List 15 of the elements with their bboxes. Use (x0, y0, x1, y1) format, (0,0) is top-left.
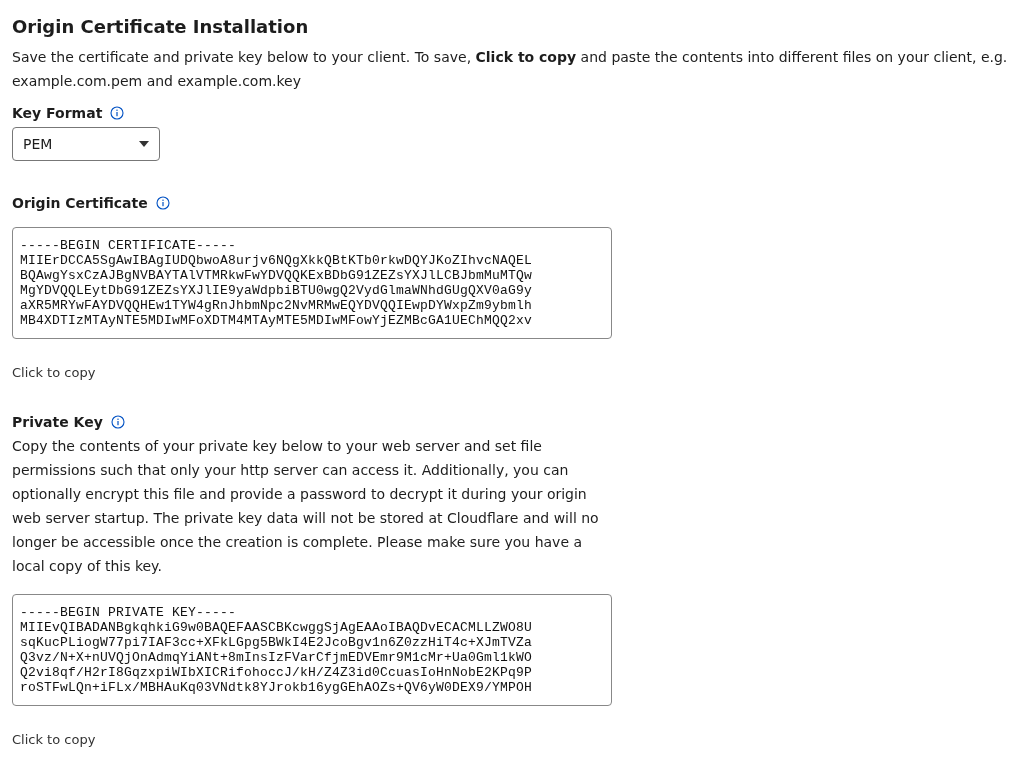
page-title: Origin Certificate Installation (12, 16, 310, 37)
text-area[interactable]: -----BEGIN PRIVATE KEY----- MIIEvQIBADANBgkqhkiG9w0BAQEFAASCBKcwggSjAgEAAoIBAQDvECACMLLZWO8U sqKucPLiogW77pi7IAF3cc+XFkLGpg5BWkI4E2JcoBgv1n6Z0zzHiT4c+XJmTVZa Q3vz/N+X+nUVQjOnAdmqYiANt+8mInsIzFVarCfjmEDVEmr9M1cMr+Ua0Gml1kWO Q2vi8qf/H2rI8GqzxpiWIbXICRifohoccJ/kH/Z4Z3id0CcuasIoHnNobE2KPq9P roSTFwLQn+iFLx/MBHAuKq03VNdtk8YJrokb16ygGEhAOZs+QV6yW0DEX9/YMPOH (12, 594, 612, 706)
caret-icon (139, 141, 149, 147)
info-icon[interactable] (110, 106, 125, 120)
description-text: Copy the contents of your private key below to your web server and set file permissions such that only your http server can access it. Additionally, you can optionally encrypt this file and provide a password to decrypt it during your origin web server startup. The private key data will not be stored at Cloudflare and will no longer be accessible once the creation is complete. Please make sure you have a local copy of this key. (12, 437, 600, 576)
info-icon[interactable] (110, 415, 125, 429)
field-label: Private Key (12, 414, 103, 430)
info-icon[interactable] (155, 196, 170, 210)
key-format-dropdown[interactable]: PEM (12, 127, 160, 161)
field-label: Origin Certificate (12, 195, 148, 211)
field-label: Key Format (12, 105, 103, 121)
text-area[interactable]: -----BEGIN CERTIFICATE----- MIIErDCCA5SgAwIBAgIUDQbwoA8urjv6NQgXkkQBtKTb0rkwDQYJKoZIhvcNAQEL BQAwgYsxCzAJBgNVBAYTAlVTMRkwFwYDVQQKExBDbG91ZEZsYXJlLCBJbmMuMTQw MgYDVQQLEytDbG91ZEZsYXJlIE9yaWdpbiBTU0wgQ2VydGlmaWNhdGUgQXV0aG9y aXR5MRYwFAYDVQQHEw1TYW4gRnJhbmNpc2NvMRMwEQYDVQQIEwpDYWxpZm9ybmlh MB4XDTIzMTAyNTE5MDIwMFoXDTM4MTAyMTE5MDIwMFowYjEZMBcGA1UEChMQQ2xv (12, 227, 612, 339)
copy-link[interactable]: Click to copy (12, 732, 96, 747)
intro-text: Save the certificate and private key below to your client. To save, Click to copy and paste the contents into different files on your client, e.g. example.com.pem and example.com.key (12, 48, 1009, 91)
copy-link[interactable]: Click to copy (12, 365, 96, 380)
